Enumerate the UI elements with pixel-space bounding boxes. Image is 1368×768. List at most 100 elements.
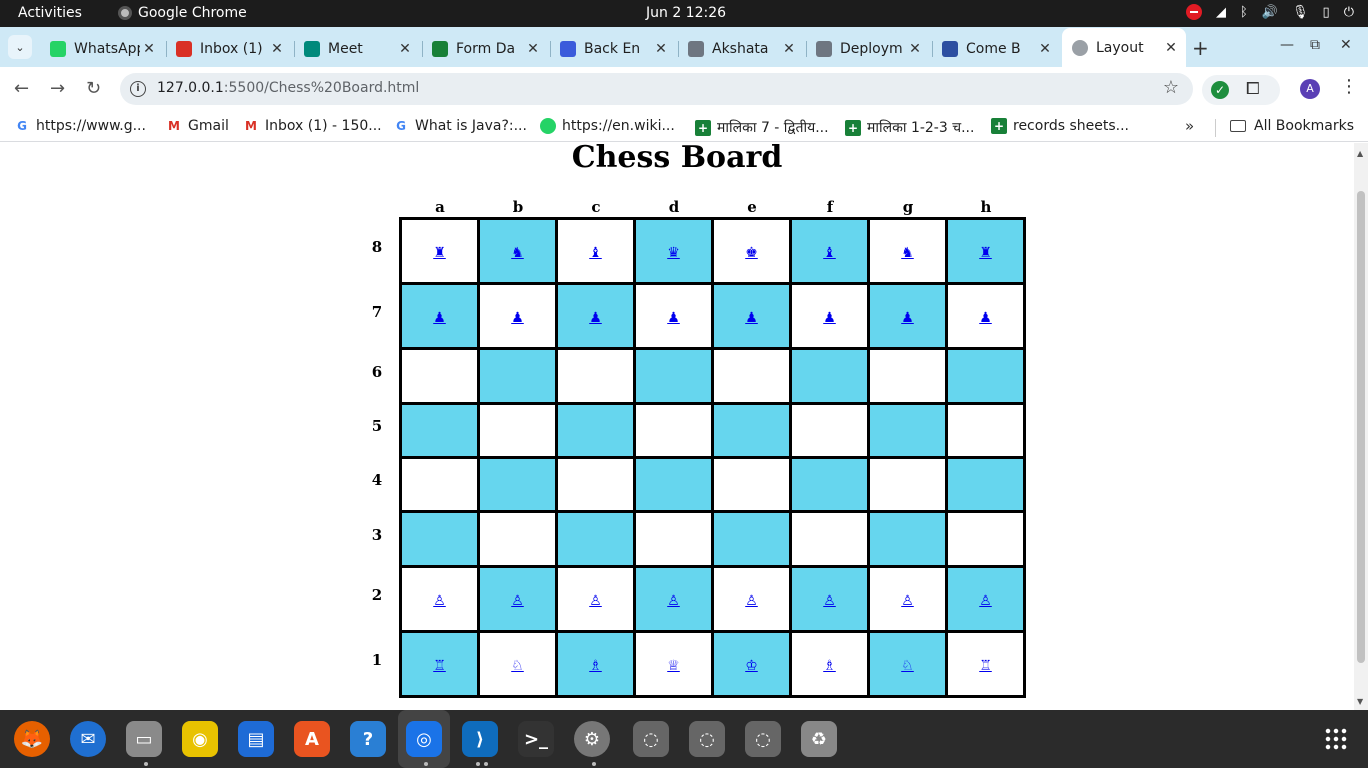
square-b2[interactable]: ♙	[477, 565, 558, 633]
disc-icon[interactable]: ◌	[633, 721, 669, 757]
chess-piece[interactable]: ♜	[433, 245, 446, 261]
terminal-icon[interactable]: >_	[518, 721, 554, 757]
power-icon[interactable]: ⏻	[1344, 5, 1354, 20]
square-h8[interactable]: ♜	[945, 217, 1026, 285]
clock[interactable]: Jun 2 12:26	[646, 5, 726, 21]
tab-close-icon[interactable]: ✕	[268, 41, 286, 57]
extensions-puzzle-icon[interactable]: ⧠	[1246, 79, 1260, 99]
all-bookmarks-button[interactable]: All Bookmarks	[1230, 118, 1354, 134]
reload-button[interactable]: ↻	[86, 78, 101, 99]
tab-close-icon[interactable]: ✕	[1036, 41, 1054, 57]
square-g1[interactable]: ♘	[867, 630, 948, 698]
rhythmbox-icon[interactable]: ◉	[182, 721, 218, 757]
files-icon[interactable]: ▭	[126, 721, 162, 757]
bookmark-item[interactable]: + मालिका 1-2-3 च...	[845, 118, 974, 137]
address-bar[interactable]: i 127.0.0.1:5500/Chess%20Board.html ☆	[120, 73, 1193, 105]
trash-icon[interactable]: ♻	[801, 721, 837, 757]
writer-icon[interactable]: ▤	[238, 721, 274, 757]
chess-piece[interactable]: ♞	[511, 245, 524, 261]
chrome-icon[interactable]: ◎	[406, 721, 442, 757]
chess-piece[interactable]: ♟	[901, 310, 914, 326]
disc-icon[interactable]: ◌	[745, 721, 781, 757]
square-d1[interactable]: ♕	[633, 630, 714, 698]
minimize-button[interactable]: —	[1280, 37, 1294, 53]
url-text[interactable]: 127.0.0.1:5500/Chess%20Board.html	[157, 80, 419, 96]
bookmark-item[interactable]: https://en.wiki...	[540, 118, 675, 134]
chess-piece[interactable]: ♟	[667, 310, 680, 326]
square-a1[interactable]: ♖	[399, 630, 480, 698]
tab-close-icon[interactable]: ✕	[396, 41, 414, 57]
square-g7[interactable]: ♟	[867, 282, 948, 350]
chess-piece[interactable]: ♙	[589, 593, 602, 609]
square-d2[interactable]: ♙	[633, 565, 714, 633]
square-c7[interactable]: ♟	[555, 282, 636, 350]
square-f8[interactable]: ♝	[789, 217, 870, 285]
back-button[interactable]: ←	[14, 78, 29, 99]
square-a2[interactable]: ♙	[399, 565, 480, 633]
chess-piece[interactable]: ♙	[511, 593, 524, 609]
bookmark-item[interactable]: + मालिका 7 - द्वितीय...	[695, 118, 829, 137]
chess-piece[interactable]: ♖	[433, 658, 446, 674]
square-b8[interactable]: ♞	[477, 217, 558, 285]
square-b1[interactable]: ♘	[477, 630, 558, 698]
battery-icon[interactable]: ▯	[1323, 5, 1330, 20]
microphone-icon[interactable]: 🎙	[1292, 5, 1309, 20]
chess-piece[interactable]: ♛	[667, 245, 680, 261]
bookmark-item[interactable]: + records sheets...	[991, 118, 1129, 134]
chess-piece[interactable]: ♖	[979, 658, 992, 674]
chess-piece[interactable]: ♙	[823, 593, 836, 609]
tab-close-icon[interactable]: ✕	[524, 41, 542, 57]
bookmark-star-icon[interactable]: ☆	[1163, 77, 1179, 98]
chess-piece[interactable]: ♗	[589, 658, 602, 674]
tab-5[interactable]: Akshata ✕	[678, 33, 804, 65]
tab-1[interactable]: Inbox (1) ✕	[166, 33, 292, 65]
site-info-icon[interactable]: i	[130, 81, 146, 97]
chess-piece[interactable]: ♙	[433, 593, 446, 609]
bookmark-item[interactable]: Ghttps://www.g...	[14, 118, 146, 134]
more-bookmarks-icon[interactable]: »	[1185, 117, 1194, 135]
square-f2[interactable]: ♙	[789, 565, 870, 633]
square-e1[interactable]: ♔	[711, 630, 792, 698]
square-c1[interactable]: ♗	[555, 630, 636, 698]
chess-piece[interactable]: ♟	[511, 310, 524, 326]
bluetooth-icon[interactable]: ᛒ	[1240, 5, 1248, 20]
square-e8[interactable]: ♚	[711, 217, 792, 285]
chess-piece[interactable]: ♝	[823, 245, 836, 261]
square-h2[interactable]: ♙	[945, 565, 1026, 633]
square-g2[interactable]: ♙	[867, 565, 948, 633]
do-not-disturb-icon[interactable]	[1186, 4, 1203, 20]
chess-piece[interactable]: ♙	[901, 593, 914, 609]
chess-piece[interactable]: ♟	[823, 310, 836, 326]
bookmark-item[interactable]: M Inbox (1) - 150...	[243, 118, 382, 134]
page-scrollbar[interactable]: ▲ ▼	[1354, 143, 1368, 710]
wifi-icon[interactable]: ◢	[1216, 5, 1226, 20]
thunderbird-icon[interactable]: ✉	[70, 721, 106, 757]
chess-piece[interactable]: ♝	[589, 245, 602, 261]
extension-check-icon[interactable]: ✓	[1211, 81, 1229, 99]
disc-icon[interactable]: ◌	[689, 721, 725, 757]
square-h7[interactable]: ♟	[945, 282, 1026, 350]
square-d7[interactable]: ♟	[633, 282, 714, 350]
chess-piece[interactable]: ♙	[667, 593, 680, 609]
chess-piece[interactable]: ♟	[589, 310, 602, 326]
tab-6[interactable]: Deploym ✕	[806, 33, 930, 65]
help-icon[interactable]: ?	[350, 721, 386, 757]
tab-close-icon[interactable]: ✕	[780, 41, 798, 57]
scroll-up-icon[interactable]: ▲	[1357, 149, 1363, 158]
square-f1[interactable]: ♗	[789, 630, 870, 698]
new-tab-button[interactable]: +	[1192, 36, 1209, 60]
tab-close-icon[interactable]: ✕	[906, 41, 924, 57]
square-c8[interactable]: ♝	[555, 217, 636, 285]
square-a8[interactable]: ♜	[399, 217, 480, 285]
square-h1[interactable]: ♖	[945, 630, 1026, 698]
show-apps-grid-icon[interactable]	[1324, 727, 1348, 751]
chess-piece[interactable]: ♟	[433, 310, 446, 326]
tab-0[interactable]: WhatsApp ✕	[40, 33, 164, 65]
chess-piece[interactable]: ♘	[511, 658, 524, 674]
tab-search-button[interactable]: ⌄	[8, 35, 32, 59]
square-a7[interactable]: ♟	[399, 282, 480, 350]
tab-close-icon[interactable]: ✕	[652, 41, 670, 57]
chess-piece[interactable]: ♞	[901, 245, 914, 261]
app-center-icon[interactable]: A	[294, 721, 330, 757]
app-menu[interactable]: Google Chrome	[118, 5, 247, 21]
